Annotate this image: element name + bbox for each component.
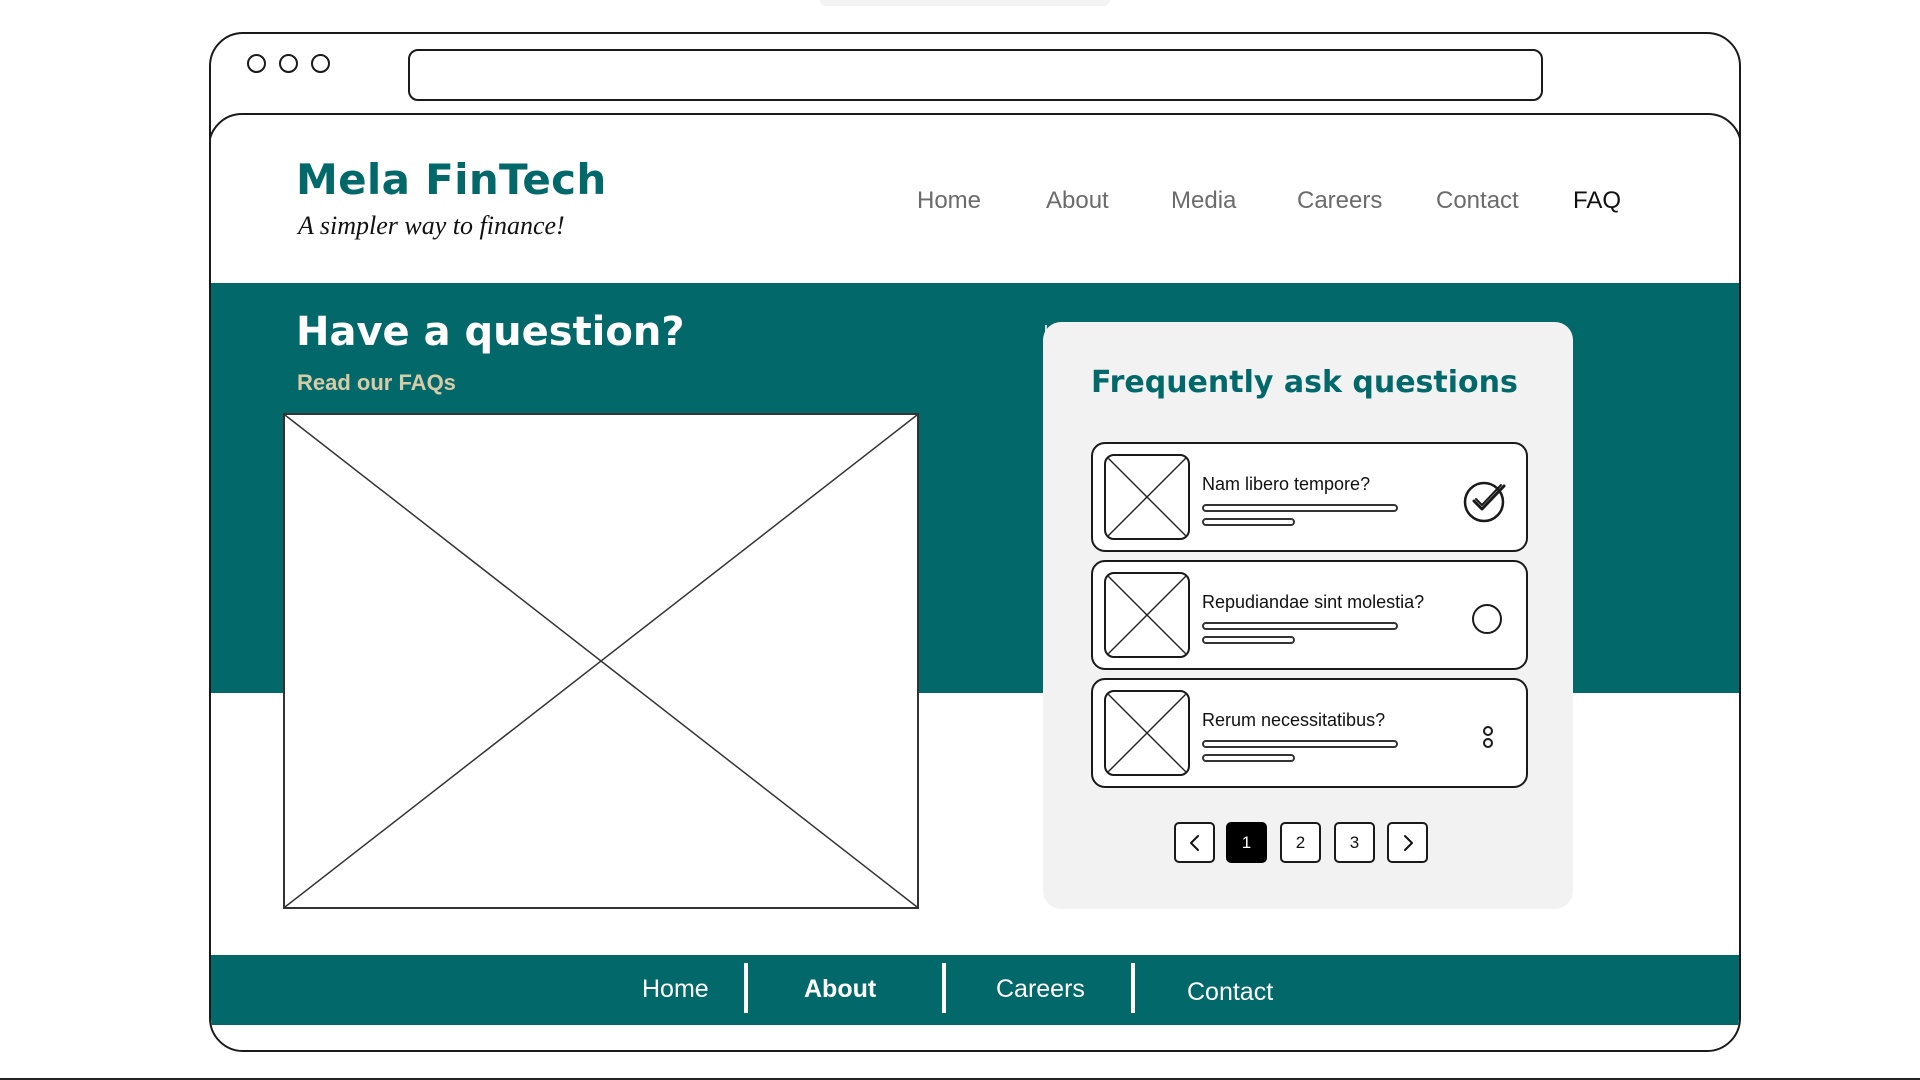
- footer-link-home[interactable]: Home: [642, 975, 709, 1004]
- faq-thumbnail: [1104, 690, 1190, 776]
- faq-item[interactable]: Rerum necessitatibus?: [1091, 678, 1528, 788]
- address-bar[interactable]: [408, 49, 1543, 101]
- browser-window: Mela FinTech A simpler way to finance! H…: [209, 32, 1741, 1052]
- text-placeholder-line: [1202, 518, 1295, 526]
- empty-circle-icon[interactable]: [1463, 596, 1509, 642]
- window-dot-maximize[interactable]: [311, 54, 330, 73]
- faq-card: Frequently ask questions Nam libero temp…: [1043, 322, 1573, 909]
- footer-link-contact[interactable]: Contact: [1187, 978, 1273, 1007]
- faq-question: Nam libero tempore?: [1202, 474, 1371, 494]
- hero-title: Have a question?: [296, 309, 685, 355]
- text-placeholder-line: [1202, 636, 1295, 644]
- window-dot-close[interactable]: [247, 54, 266, 73]
- footer-link-careers[interactable]: Careers: [996, 975, 1085, 1004]
- read-faqs-link[interactable]: Read our FAQs: [297, 370, 456, 396]
- check-circle-icon[interactable]: [1463, 478, 1509, 524]
- footer-link-about[interactable]: About: [804, 975, 876, 1004]
- faq-thumbnail: [1104, 572, 1190, 658]
- footer-divider: [1131, 963, 1135, 1013]
- faq-title: Frequently ask questions: [1091, 365, 1518, 400]
- image-placeholder-icon: [1106, 574, 1188, 656]
- nav-item-about[interactable]: About: [1046, 187, 1109, 215]
- pagination-next-button[interactable]: [1387, 822, 1428, 863]
- nav-item-home[interactable]: Home: [917, 187, 981, 215]
- brand-tagline: A simpler way to finance!: [298, 211, 565, 240]
- text-placeholder-line: [1202, 740, 1398, 748]
- image-placeholder-icon: [1106, 456, 1188, 538]
- footer-divider: [744, 963, 748, 1013]
- faq-question: Rerum necessitatibus?: [1202, 710, 1386, 730]
- text-placeholder-line: [1202, 504, 1398, 512]
- pagination-page-3[interactable]: 3: [1334, 822, 1375, 863]
- pagination-page-1[interactable]: 1: [1226, 822, 1267, 863]
- window-dot-minimize[interactable]: [279, 54, 298, 73]
- nav-item-careers[interactable]: Careers: [1297, 187, 1382, 215]
- nav-item-media[interactable]: Media: [1171, 187, 1236, 215]
- text-placeholder-line: [1202, 622, 1398, 630]
- nav-item-contact[interactable]: Contact: [1436, 187, 1519, 215]
- faq-item[interactable]: Nam libero tempore?: [1091, 442, 1528, 552]
- top-artifact: [820, 0, 1110, 6]
- faq-item[interactable]: Repudiandae sint molestia?: [1091, 560, 1528, 670]
- chevron-right-icon: [1403, 834, 1413, 851]
- faq-question: Repudiandae sint molestia?: [1202, 592, 1425, 612]
- image-placeholder-icon: [1106, 692, 1188, 774]
- hero-image-placeholder: [283, 413, 919, 909]
- nav-item-faq[interactable]: FAQ: [1573, 187, 1621, 215]
- image-placeholder-icon: [285, 415, 917, 907]
- more-vertical-icon[interactable]: [1463, 714, 1509, 760]
- brand-name: Mela FinTech: [296, 155, 607, 204]
- faq-thumbnail: [1104, 454, 1190, 540]
- chevron-left-icon: [1189, 834, 1199, 851]
- pagination-prev-button[interactable]: [1174, 822, 1215, 863]
- pagination-page-2[interactable]: 2: [1280, 822, 1321, 863]
- footer-nav: Home About Careers Contact: [211, 955, 1739, 1025]
- page-viewport: Mela FinTech A simpler way to finance! H…: [211, 113, 1739, 1050]
- footer-divider: [942, 963, 946, 1013]
- text-placeholder-line: [1202, 754, 1295, 762]
